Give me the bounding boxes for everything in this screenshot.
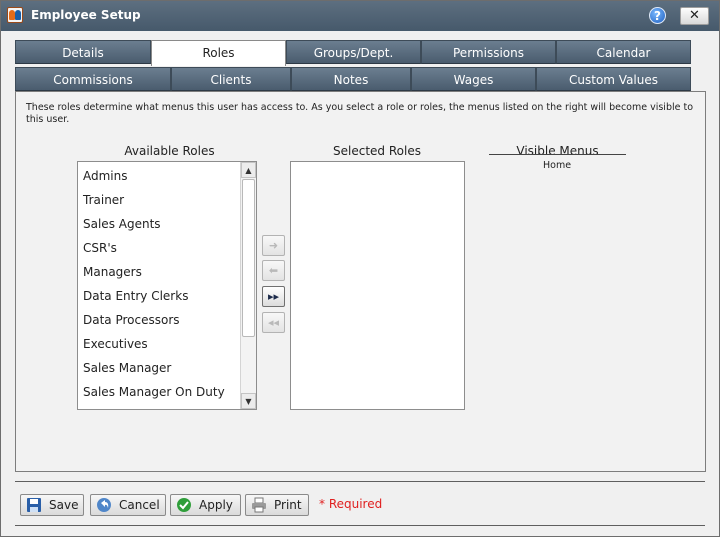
visible-menus-underline (489, 154, 626, 155)
available-roles-scrollbar[interactable]: ▲ ▼ (240, 162, 256, 409)
roles-panel: These roles determine what menus this us… (15, 91, 706, 472)
visible-menus-title: Visible Menus (516, 144, 599, 158)
list-item[interactable]: Sales Manager On Duty (83, 385, 225, 399)
list-item[interactable]: CSR's (83, 241, 117, 255)
app-logo-icon (7, 7, 23, 23)
required-note: * Required (319, 497, 383, 511)
double-arrow-right-icon: ▸▸ (267, 290, 280, 303)
list-item[interactable]: Executives (83, 337, 148, 351)
apply-button[interactable]: Apply (170, 494, 241, 516)
list-item[interactable]: Data Entry Clerks (83, 289, 188, 303)
window-title: Employee Setup (31, 8, 141, 22)
close-button[interactable]: ✕ (680, 7, 709, 25)
tab-row-2: Commissions Clients Notes Wages Custom V… (15, 67, 691, 91)
selected-roles-list[interactable] (290, 161, 465, 410)
tab-notes[interactable]: Notes (291, 67, 411, 91)
visible-menu-item: Home (543, 160, 572, 171)
cancel-label: Cancel (119, 498, 160, 512)
arrow-left-icon: ⬅ (268, 264, 279, 277)
list-item[interactable]: Sales Manager (83, 361, 171, 375)
selected-roles-title: Selected Roles (333, 144, 421, 158)
move-right-button[interactable]: ➜ (262, 235, 285, 256)
list-item[interactable]: Managers (83, 265, 142, 279)
list-item[interactable]: Sales Agents (83, 217, 161, 231)
employee-setup-window: Employee Setup ? ✕ Details Roles Groups/… (0, 0, 720, 537)
tab-wages[interactable]: Wages (411, 67, 536, 91)
footer-divider-top (15, 481, 705, 482)
footer-divider-bottom (15, 525, 705, 526)
check-icon (177, 498, 191, 512)
double-arrow-left-icon: ◂◂ (267, 316, 280, 329)
tab-details[interactable]: Details (15, 40, 151, 64)
floppy-disk-icon (27, 498, 41, 512)
move-all-right-button[interactable]: ▸▸ (262, 286, 285, 307)
tab-commissions[interactable]: Commissions (15, 67, 171, 91)
roles-description: These roles determine what menus this us… (26, 102, 694, 125)
cancel-button[interactable]: Cancel (90, 494, 166, 516)
available-roles-list[interactable]: Admins Trainer Sales Agents CSR's Manage… (77, 161, 257, 410)
apply-label: Apply (199, 498, 233, 512)
available-roles-title: Available Roles (124, 144, 215, 158)
save-button[interactable]: Save (20, 494, 84, 516)
list-item[interactable]: Data Processors (83, 313, 180, 327)
list-item[interactable]: Trainer (83, 193, 124, 207)
tab-custom-values[interactable]: Custom Values (536, 67, 691, 91)
save-label: Save (49, 498, 79, 512)
tab-clients[interactable]: Clients (171, 67, 291, 91)
tab-groups-dept[interactable]: Groups/Dept. (286, 40, 421, 64)
tab-calendar[interactable]: Calendar (556, 40, 691, 64)
tab-row-1: Details Roles Groups/Dept. Permissions C… (15, 40, 691, 66)
scroll-thumb[interactable] (242, 179, 255, 337)
tab-roles[interactable]: Roles (151, 40, 286, 66)
arrow-right-icon: ➜ (268, 239, 279, 252)
tab-permissions[interactable]: Permissions (421, 40, 556, 64)
scroll-up-icon[interactable]: ▲ (241, 162, 256, 178)
move-left-button[interactable]: ⬅ (262, 260, 285, 281)
list-item[interactable]: Admins (83, 169, 128, 183)
title-bar: Employee Setup ? ✕ (1, 1, 719, 31)
undo-icon (97, 498, 111, 512)
move-all-left-button[interactable]: ◂◂ (262, 312, 285, 333)
scroll-down-icon[interactable]: ▼ (241, 393, 256, 409)
print-button[interactable]: Print (245, 494, 309, 516)
printer-icon (252, 497, 266, 513)
help-icon[interactable]: ? (649, 7, 666, 24)
print-label: Print (274, 498, 302, 512)
